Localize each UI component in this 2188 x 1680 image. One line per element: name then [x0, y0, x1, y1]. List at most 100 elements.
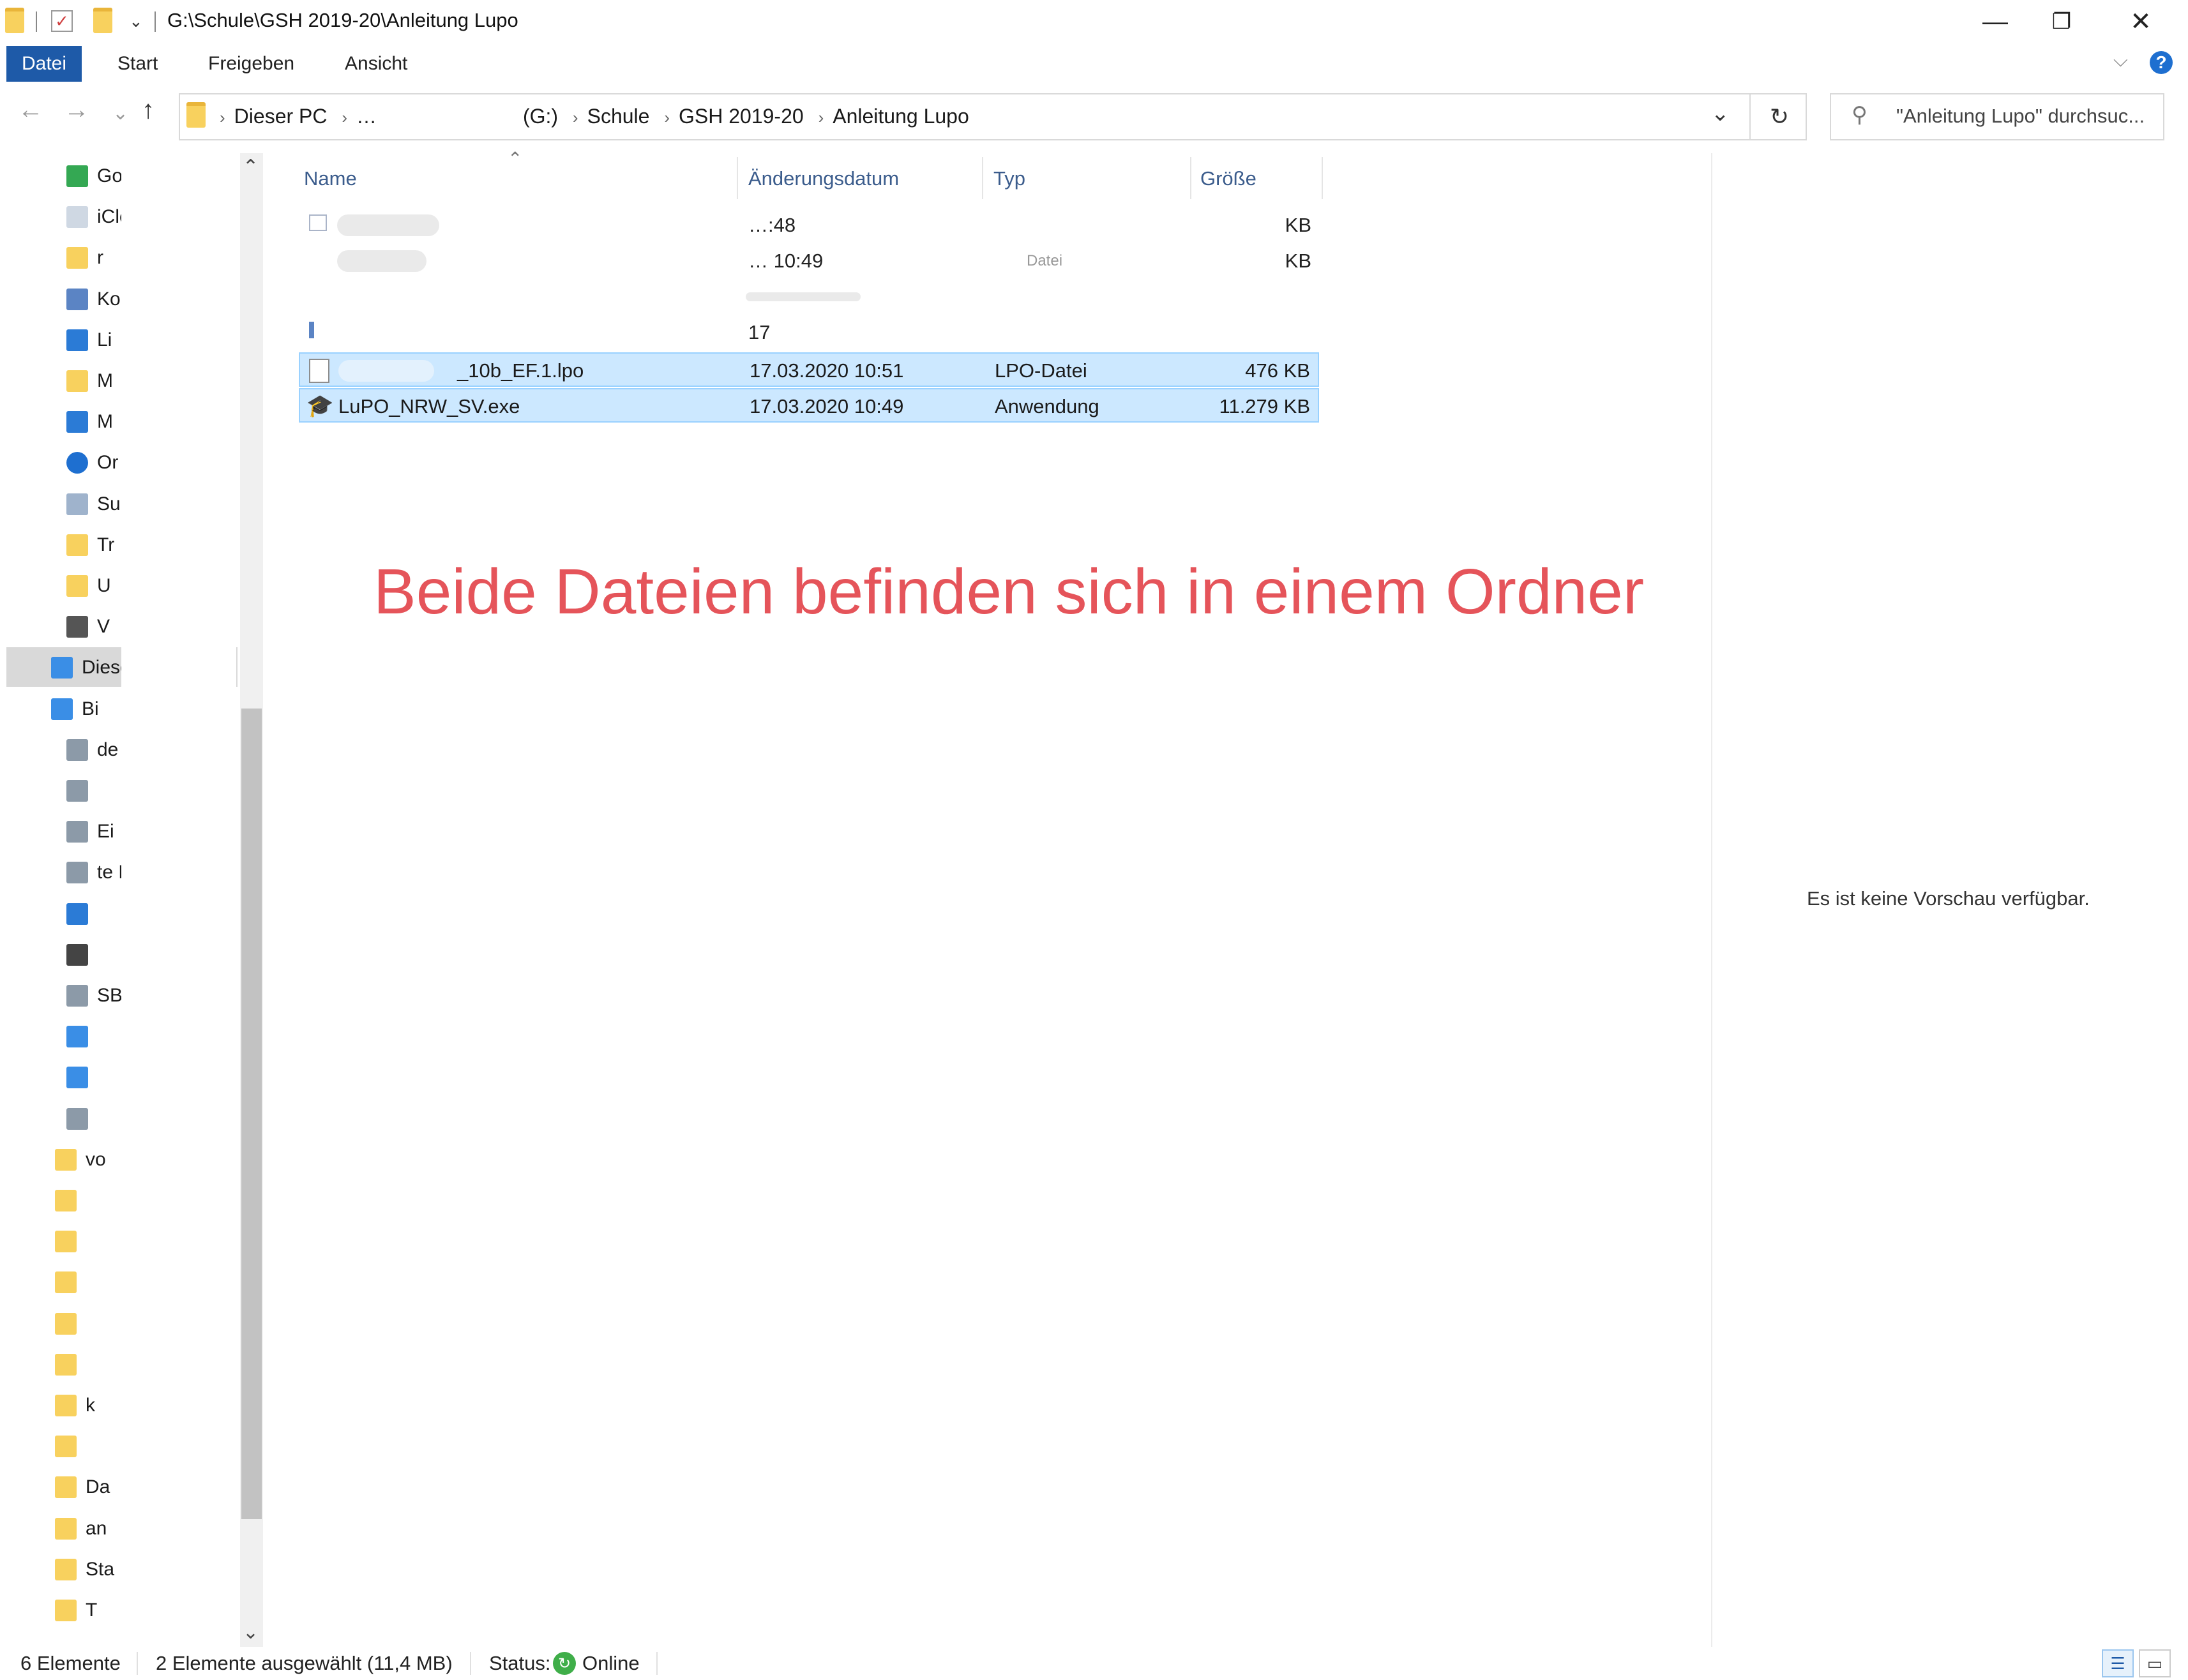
folder-icon [66, 534, 88, 556]
column-header-date[interactable]: Änderungsdatum [748, 167, 899, 190]
breadcrumb-separator: › [664, 108, 670, 127]
sidebar-item[interactable] [55, 1222, 86, 1261]
table-row-selected[interactable]: 🎓 LuPO_NRW_SV.exe 17.03.2020 10:49 Anwen… [299, 388, 1319, 423]
sidebar-item-label: Sta [86, 1558, 115, 1580]
folder-icon [66, 575, 88, 597]
sidebar-item[interactable]: T [55, 1591, 97, 1630]
sidebar-item[interactable] [66, 1017, 97, 1056]
ribbon-collapse-icon[interactable]: ⌵ [2113, 50, 2128, 71]
scroll-down-icon[interactable]: ⌄ [243, 1621, 259, 1644]
breadcrumb-item[interactable]: Dieser PC [234, 105, 328, 128]
sidebar-item-label: M [97, 411, 113, 433]
divider [155, 11, 156, 32]
column-divider[interactable] [982, 157, 983, 199]
sidebar-item[interactable] [66, 1058, 97, 1097]
forward-button[interactable]: → [64, 96, 89, 124]
breadcrumb-item[interactable]: Anleitung Lupo [833, 105, 969, 128]
drive-icon [66, 739, 88, 761]
nav-scroll-thumb[interactable] [241, 709, 262, 1519]
sidebar-item[interactable] [66, 895, 97, 933]
sidebar-item[interactable]: k [55, 1386, 95, 1425]
breadcrumb-item[interactable]: … [356, 105, 377, 128]
graduation-cap-icon: 🎓 [306, 394, 334, 418]
table-row[interactable]: … 10:49 Datei KB [299, 244, 1319, 278]
file-icon [309, 214, 327, 231]
close-button[interactable]: ✕ [2112, 4, 2169, 40]
tab-start[interactable]: Start [105, 46, 170, 82]
sidebar-item[interactable]: M [66, 362, 113, 400]
sidebar-item[interactable]: an [55, 1510, 107, 1548]
sidebar-item[interactable] [55, 1181, 86, 1220]
sidebar-item[interactable] [55, 1346, 86, 1384]
help-icon[interactable]: ? [2150, 51, 2173, 74]
back-button[interactable]: ← [18, 96, 43, 124]
annotation-callout: Beide Dateien befinden sich in einem Ord… [373, 556, 1645, 627]
recycle-bin-icon [66, 1107, 88, 1130]
scroll-up-icon[interactable]: ⌃ [243, 156, 259, 178]
large-icons-view-icon[interactable]: ▭ [2139, 1649, 2171, 1677]
folder-icon [55, 1395, 77, 1416]
table-row-selected[interactable]: _10b_EF.1.lpo 17.03.2020 10:51 LPO-Datei… [299, 352, 1319, 387]
breadcrumb-item[interactable]: Schule [587, 105, 650, 128]
sidebar-item[interactable]: de [66, 731, 118, 769]
column-header-name[interactable]: Name [304, 167, 357, 190]
table-row[interactable] [299, 280, 1319, 314]
table-row[interactable]: …:48 KB [299, 208, 1319, 243]
sidebar-item[interactable] [55, 1305, 86, 1343]
folder-icon [5, 8, 24, 33]
address-dropdown-icon[interactable]: ⌄ [1711, 101, 1730, 126]
sidebar-item[interactable]: Da [55, 1468, 110, 1506]
sidebar-item[interactable] [66, 1100, 97, 1138]
sidebar-item[interactable]: U [66, 567, 111, 605]
minimize-button[interactable]: — [1966, 4, 2024, 40]
sidebar-item[interactable]: Ei [66, 813, 114, 851]
column-header-size[interactable]: Größe [1200, 167, 1256, 190]
refresh-button[interactable]: ↻ [1749, 93, 1808, 140]
tab-share[interactable]: Freigeben [195, 46, 307, 82]
column-divider[interactable] [737, 157, 738, 199]
folder-icon [55, 1231, 77, 1253]
column-divider[interactable] [1190, 157, 1191, 199]
search-placeholder: "Anleitung Lupo" durchsuc... [1896, 105, 2145, 127]
breadcrumb-item[interactable]: (G:) [523, 105, 558, 128]
sidebar-item[interactable]: Tr [66, 526, 114, 564]
sidebar-item[interactable] [66, 772, 97, 810]
sidebar-item[interactable] [55, 1263, 86, 1301]
file-date: 17 [748, 321, 771, 343]
tab-file[interactable]: Datei [6, 46, 82, 82]
sidebar-item[interactable]: r [66, 239, 103, 277]
sidebar-item[interactable] [66, 936, 97, 974]
restore-button[interactable]: ❐ [2033, 4, 2090, 40]
sidebar-item[interactable]: SB [66, 977, 123, 1015]
folder-icon [66, 247, 88, 269]
sidebar-item[interactable]: Li [66, 321, 112, 359]
properties-icon[interactable]: ✓ [51, 10, 73, 32]
sidebar-item[interactable]: V [66, 608, 110, 646]
file-date: 17.03.2020 10:51 [750, 359, 904, 382]
drive-icon [66, 862, 88, 884]
window-title: G:\Schule\GSH 2019-20\Anleitung Lupo [167, 9, 518, 31]
sidebar-item-label: U [97, 575, 111, 596]
folder-icon [55, 1558, 77, 1580]
sidebar-item[interactable]: M [66, 403, 113, 441]
tab-view[interactable]: Ansicht [332, 46, 420, 82]
details-view-icon[interactable]: ☰ [2102, 1649, 2134, 1677]
breadcrumb-separator: › [572, 108, 578, 127]
customize-quick-access-icon[interactable]: ⌄ [129, 11, 143, 31]
sidebar-item[interactable] [55, 1427, 86, 1466]
sidebar-item[interactable]: vo [55, 1141, 106, 1179]
sidebar-item[interactable]: Sta [55, 1550, 114, 1589]
column-header-type[interactable]: Typ [993, 167, 1025, 190]
recent-locations-button[interactable]: ⌄ [112, 102, 128, 124]
sidebar-item-label: Tr [97, 534, 115, 555]
sidebar-item[interactable]: Bi [51, 690, 99, 728]
new-folder-icon[interactable] [93, 8, 112, 33]
breadcrumb-separator: › [342, 108, 348, 127]
column-divider[interactable] [1322, 157, 1323, 199]
breadcrumb-item[interactable]: GSH 2019-20 [679, 105, 804, 128]
up-button[interactable]: ↑ [142, 96, 155, 124]
sidebar-item[interactable]: Or [66, 444, 118, 482]
table-row[interactable]: 17 [299, 315, 1319, 350]
folder-icon [55, 1148, 77, 1171]
status-label: Status: [489, 1652, 551, 1674]
